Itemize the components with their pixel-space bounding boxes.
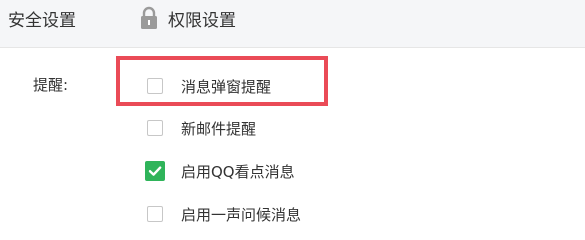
option-new-mail-reminder[interactable]: 新邮件提醒 [147,116,256,140]
settings-tab-bar: 安全设置 权限设置 [0,0,585,48]
greeting-messages-label: 启用一声问候消息 [181,205,302,224]
tab-permission-settings[interactable]: 权限设置 [138,0,236,36]
tab-permission-settings-label: 权限设置 [168,10,236,31]
qq-kandian-messages-checkbox[interactable] [145,161,165,181]
reminder-settings-panel: 提醒: 消息弹窗提醒 新邮件提醒 启用QQ看点消息 启用一声问候消息 [0,48,585,233]
new-mail-reminder-label: 新邮件提醒 [181,119,257,138]
greeting-messages-checkbox[interactable] [147,206,163,222]
option-qq-kandian-messages[interactable]: 启用QQ看点消息 [145,159,295,183]
new-mail-reminder-checkbox[interactable] [147,120,163,136]
popup-reminder-label: 消息弹窗提醒 [181,77,272,96]
reminder-section-label: 提醒: [33,76,69,94]
option-popup-reminder[interactable]: 消息弹窗提醒 [147,74,271,98]
option-greeting-messages[interactable]: 启用一声问候消息 [147,202,301,226]
qq-kandian-messages-label: 启用QQ看点消息 [181,162,295,181]
lock-icon [138,6,160,30]
popup-reminder-checkbox[interactable] [147,78,163,94]
checkmark-icon [148,166,162,176]
tab-security-settings[interactable]: 安全设置 [8,0,76,36]
tab-security-settings-label: 安全设置 [8,10,76,31]
